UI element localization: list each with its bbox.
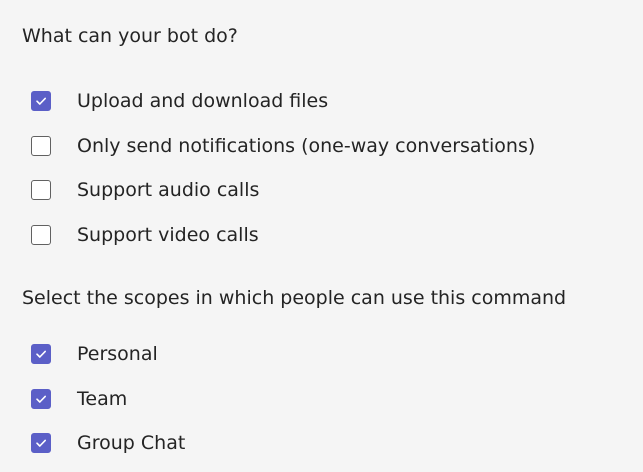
scope-team-option[interactable]: Team [31,385,127,413]
checkmark-icon [36,395,46,403]
scope-group-chat-option[interactable]: Group Chat [31,429,185,457]
scope-group-chat-checkbox[interactable] [31,433,51,453]
support-video-calls-checkbox[interactable] [31,225,51,245]
support-video-calls-option[interactable]: Support video calls [31,221,259,249]
checkmark-icon [36,350,46,358]
bot-settings-panel: What can your bot do? Upload and downloa… [0,0,643,472]
only-send-notifications-checkbox[interactable] [31,136,51,156]
support-audio-calls-checkbox[interactable] [31,180,51,200]
scope-team-checkbox[interactable] [31,389,51,409]
upload-download-files-checkbox[interactable] [31,91,51,111]
support-video-calls-label: Support video calls [77,224,259,246]
scope-personal-checkbox[interactable] [31,344,51,364]
scope-team-label: Team [77,388,128,410]
scope-personal-option[interactable]: Personal [31,340,158,368]
scope-group-chat-label: Group Chat [77,432,186,454]
upload-download-files-option[interactable]: Upload and download files [31,87,328,115]
support-audio-calls-label: Support audio calls [77,179,260,201]
checkmark-icon [36,439,46,447]
checkmark-icon [36,97,46,105]
capabilities-heading: What can your bot do? [22,25,238,47]
upload-download-files-label: Upload and download files [77,90,329,112]
scopes-heading: Select the scopes in which people can us… [22,287,567,309]
only-send-notifications-option[interactable]: Only send notifications (one-way convers… [31,132,535,160]
support-audio-calls-option[interactable]: Support audio calls [31,176,259,204]
scope-personal-label: Personal [77,343,158,365]
only-send-notifications-label: Only send notifications (one-way convers… [77,135,536,157]
